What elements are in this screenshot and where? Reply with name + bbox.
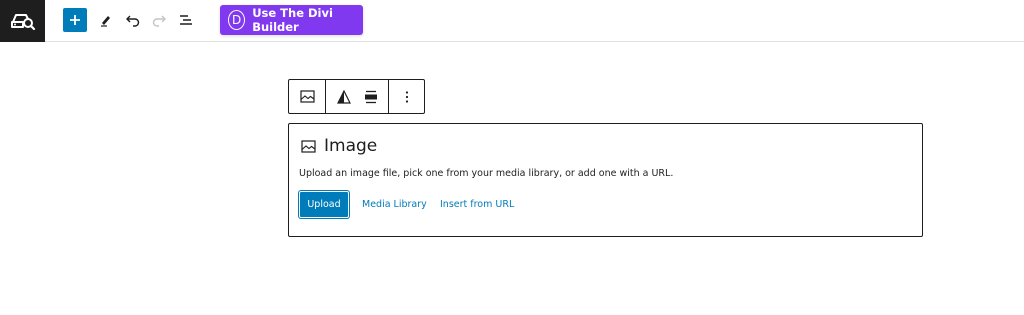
car-search-icon: [10, 14, 35, 31]
insert-from-url-button[interactable]: Insert from URL: [440, 191, 514, 218]
upload-button[interactable]: Upload: [299, 191, 349, 218]
divi-logo-icon: D: [228, 10, 246, 30]
more-options-button[interactable]: [389, 80, 424, 113]
block-toolbar: [288, 79, 425, 114]
image-icon: [299, 90, 315, 103]
image-icon: [301, 139, 316, 153]
duotone-button[interactable]: [326, 80, 358, 113]
document-overview-button[interactable]: [175, 9, 197, 31]
redo-icon: [152, 15, 166, 27]
undo-icon: [126, 15, 140, 27]
redo-button[interactable]: [148, 9, 170, 31]
undo-button[interactable]: [122, 9, 144, 31]
image-block-placeholder[interactable]: Image Upload an image file, pick one fro…: [288, 123, 923, 237]
block-controls-group: [326, 80, 389, 113]
align-center-icon: [365, 90, 377, 103]
tools-button[interactable]: [95, 9, 117, 31]
add-block-button[interactable]: [63, 8, 87, 32]
more-vertical-icon: [405, 90, 408, 103]
duotone-icon: [337, 89, 351, 104]
image-block-instructions: Upload an image file, pick one from your…: [299, 168, 674, 179]
editor-header: D Use The Divi Builder: [0, 0, 1024, 42]
more-options-group: [389, 80, 424, 113]
site-logo-button[interactable]: [0, 0, 45, 42]
use-divi-builder-button[interactable]: D Use The Divi Builder: [220, 5, 363, 35]
list-view-icon: [180, 15, 192, 25]
divi-button-label: Use The Divi Builder: [252, 6, 333, 34]
image-block-title: Image: [324, 136, 378, 156]
media-library-button[interactable]: Media Library: [362, 191, 427, 218]
block-switcher-group: [289, 80, 326, 113]
plus-icon: [70, 15, 80, 25]
block-transform-button[interactable]: [289, 80, 325, 113]
image-block-header: Image: [301, 136, 377, 156]
align-button[interactable]: [358, 80, 388, 113]
pencil-icon: [101, 16, 110, 27]
